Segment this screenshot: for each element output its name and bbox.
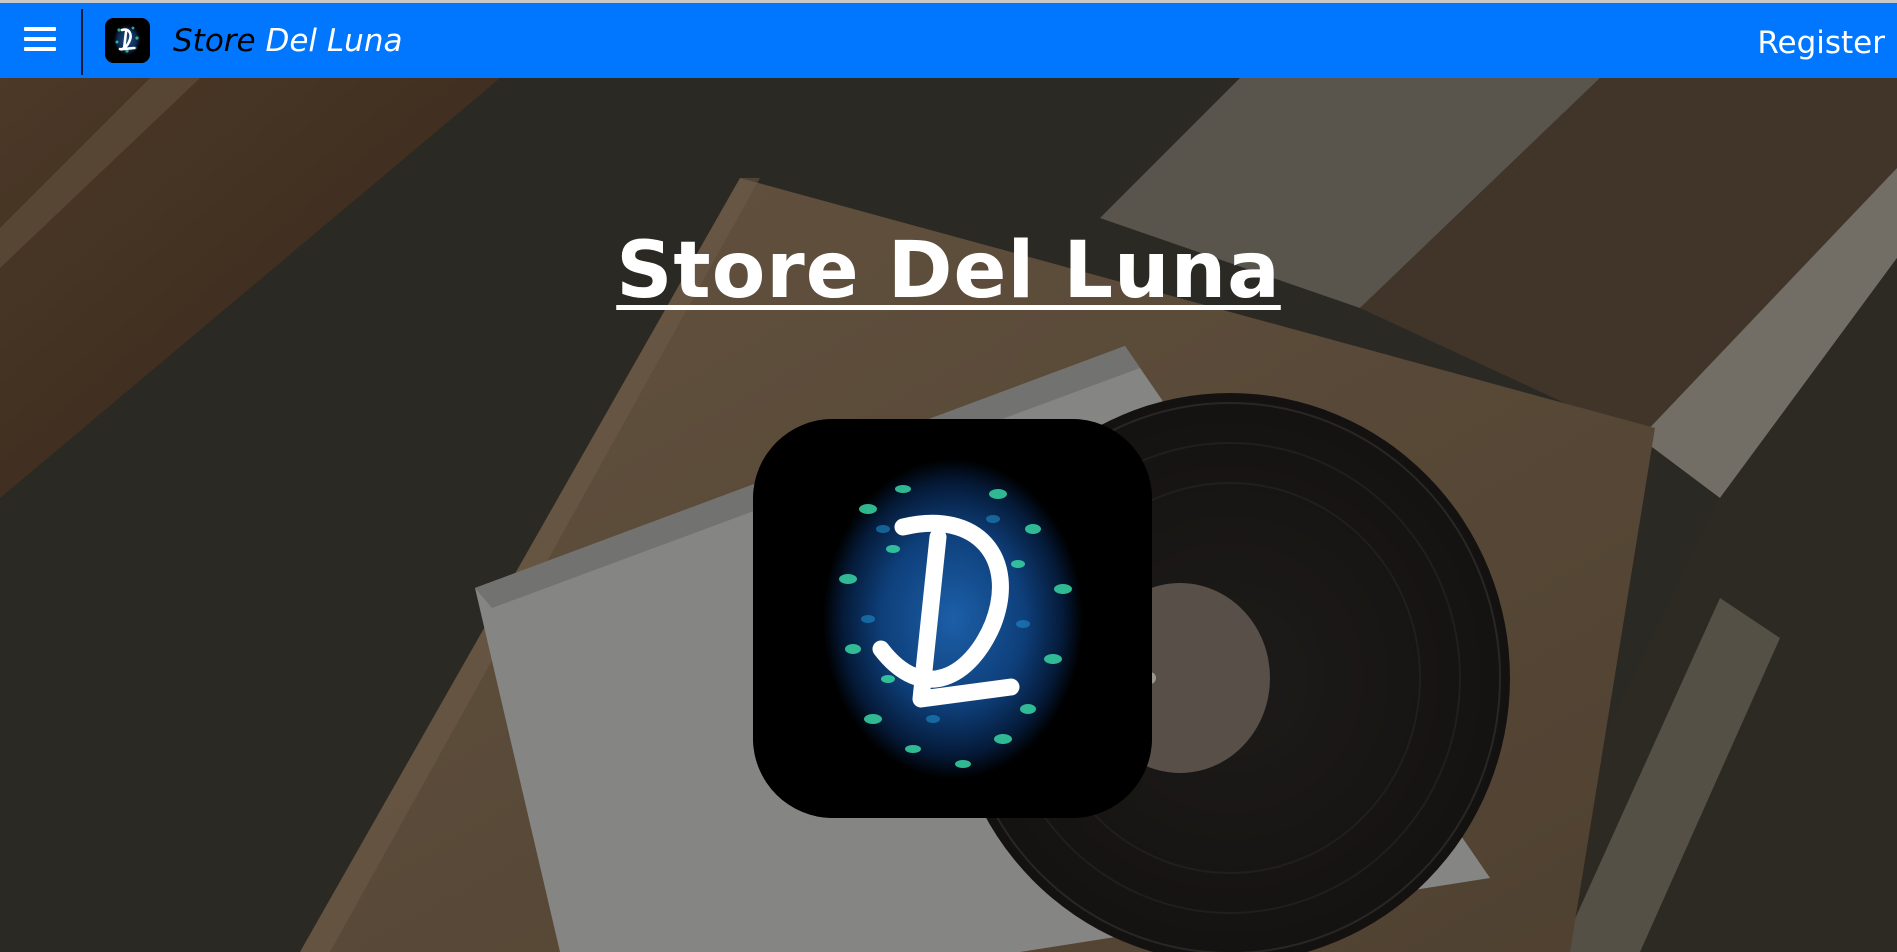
- navbar: Store Del Luna Register: [0, 3, 1897, 78]
- register-link[interactable]: Register: [1757, 21, 1885, 65]
- hamburger-menu-icon[interactable]: [24, 27, 57, 53]
- hero-logo-icon: [753, 419, 1152, 818]
- hero-section: Store Del Luna: [0, 78, 1897, 952]
- brand-name-part2: Del Luna: [265, 23, 403, 59]
- brand-name-part1: Store: [173, 23, 266, 59]
- store-logo-icon[interactable]: [105, 18, 150, 63]
- hero-title: Store Del Luna: [616, 226, 1281, 316]
- brand-name[interactable]: Store Del Luna: [173, 19, 402, 63]
- nav-divider: [81, 9, 83, 75]
